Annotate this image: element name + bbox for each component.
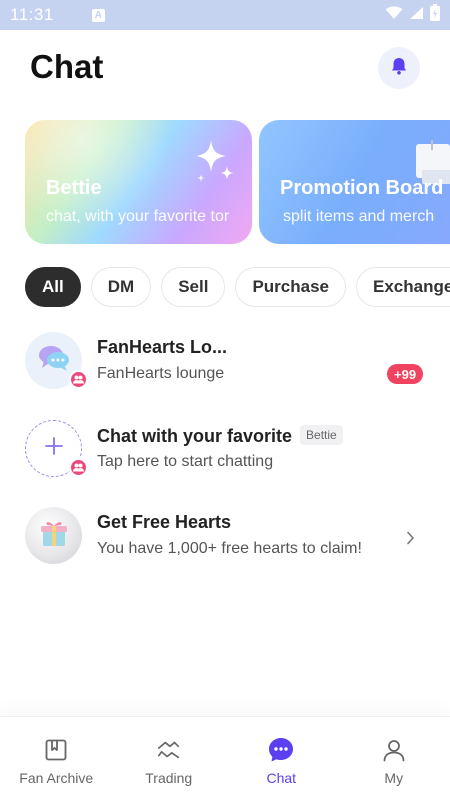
avatar bbox=[25, 420, 88, 477]
chat-list-item-free-hearts[interactable]: Get Free Hearts You have 1,000+ free hea… bbox=[0, 507, 450, 587]
header: Chat bbox=[0, 30, 450, 110]
nav-item-fan-archive[interactable]: Fan Archive bbox=[0, 717, 113, 801]
filter-tab-dm[interactable]: DM bbox=[90, 267, 152, 307]
nav-label: Chat bbox=[266, 770, 297, 786]
wifi-icon bbox=[385, 5, 403, 25]
plus-icon bbox=[44, 437, 63, 460]
nav-item-trading[interactable]: Trading bbox=[113, 717, 226, 801]
banner-title: Bettie bbox=[46, 177, 102, 199]
nav-label: Fan Archive bbox=[19, 770, 94, 786]
status-time: 11:31 bbox=[10, 5, 54, 24]
avatar bbox=[25, 332, 88, 389]
chat-subtitle: Tap here to start chatting bbox=[97, 453, 274, 470]
notification-icon: A bbox=[91, 8, 105, 22]
avatar-circle bbox=[25, 507, 82, 564]
group-chat-icon bbox=[69, 370, 88, 389]
nav-label: Trading bbox=[145, 770, 193, 786]
chevron-right-icon bbox=[406, 531, 415, 550]
chat-title: Get Free Hearts bbox=[97, 512, 232, 532]
filter-tab-sell[interactable]: Sell bbox=[161, 267, 226, 307]
unread-count-badge: +99 bbox=[387, 364, 424, 384]
chat-filter-tabs: All DM Sell Purchase Exchange bbox=[25, 267, 450, 307]
battery-icon bbox=[430, 4, 440, 26]
status-icons bbox=[385, 4, 440, 26]
chat-list-item-fanhearts-lounge[interactable]: FanHearts Lo... FanHearts lounge +99 bbox=[0, 332, 450, 412]
bottom-navigation: Fan Archive Trading Chat My bbox=[0, 716, 450, 801]
chat-subtitle: FanHearts lounge bbox=[97, 365, 225, 382]
user-icon bbox=[381, 737, 407, 763]
chat-icon bbox=[268, 737, 294, 763]
bell-icon bbox=[389, 56, 409, 81]
chat-title: FanHearts Lo... bbox=[97, 337, 228, 357]
banner-carousel[interactable]: Bettie chat, with your favorite tor Prom… bbox=[0, 120, 450, 244]
filter-tab-purchase[interactable]: Purchase bbox=[235, 267, 346, 307]
chat-title: Chat with your favorite bbox=[97, 426, 293, 446]
group-chat-icon bbox=[69, 458, 88, 477]
banner-subtitle: split items and merch bbox=[283, 208, 435, 225]
nav-item-chat[interactable]: Chat bbox=[225, 717, 338, 801]
banner-title: Promotion Board bbox=[280, 177, 444, 199]
trading-icon bbox=[156, 737, 182, 763]
chat-title-row: Chat with your favorite Bettie bbox=[97, 425, 343, 447]
status-bar: 11:31 A bbox=[0, 0, 450, 30]
filter-tab-exchange[interactable]: Exchange bbox=[355, 267, 450, 307]
chat-bubbles-icon bbox=[38, 344, 70, 377]
notifications-button[interactable] bbox=[378, 47, 420, 89]
signal-icon bbox=[409, 6, 424, 25]
nav-item-my[interactable]: My bbox=[338, 717, 450, 801]
archive-icon bbox=[43, 737, 69, 763]
page-title: Chat bbox=[30, 48, 104, 85]
banner-subtitle: chat, with your favorite tor bbox=[46, 208, 230, 225]
chat-list-item-favorite[interactable]: Chat with your favorite Bettie Tap here t… bbox=[0, 420, 450, 500]
nav-label: My bbox=[384, 770, 404, 786]
filter-tab-all[interactable]: All bbox=[25, 267, 81, 307]
chat-subtitle: You have 1,000+ free hearts to claim! bbox=[97, 540, 362, 557]
avatar bbox=[25, 507, 82, 564]
banner-promotion-board[interactable]: Promotion Board split items and merch bbox=[259, 120, 450, 244]
sparkle-icon bbox=[193, 138, 237, 191]
banner-bettie[interactable]: Bettie chat, with your favorite tor bbox=[25, 120, 252, 244]
favorite-tag: Bettie bbox=[300, 425, 343, 445]
gift-icon bbox=[39, 518, 69, 553]
